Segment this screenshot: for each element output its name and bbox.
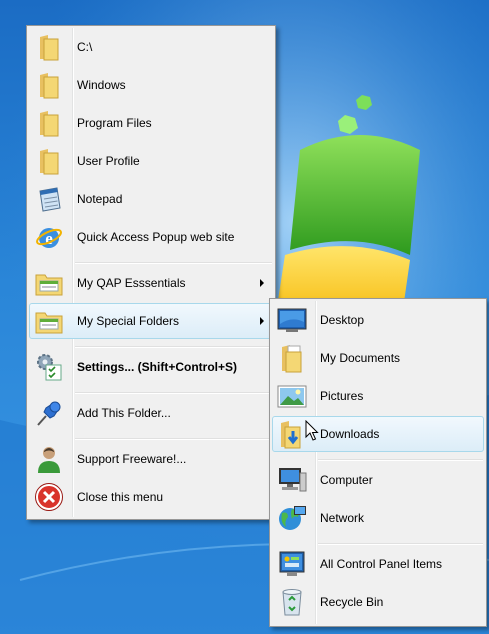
submenu-item-label: Computer (320, 473, 373, 487)
control-panel-icon (274, 547, 310, 581)
computer-icon (274, 463, 310, 497)
submenu-item-label: Recycle Bin (320, 595, 384, 609)
menu-item-qap-website[interactable]: e Quick Access Popup web site (29, 219, 273, 255)
submenu-arrow-icon (260, 279, 264, 287)
folder-icon (31, 68, 67, 102)
menu-item-support-freeware[interactable]: Support Freeware!... (29, 441, 273, 477)
menu-item-special-folders[interactable]: My Special Folders (29, 303, 273, 339)
submenu-item-label: Desktop (320, 313, 365, 327)
folder-icon (31, 30, 67, 64)
submenu-item-desktop[interactable]: Desktop (272, 302, 484, 338)
notepad-icon (31, 182, 67, 216)
menu-item-label: C:\ (77, 40, 93, 54)
menu-item-close-menu[interactable]: Close this menu (29, 479, 273, 515)
submenu-item-control-panel[interactable]: All Control Panel Items (272, 546, 484, 582)
menu-item-qap-essentials[interactable]: My QAP Esssentials (29, 265, 273, 301)
menu-item-label: Add This Folder... (77, 406, 171, 420)
menu-item-notepad[interactable]: Notepad (29, 181, 273, 217)
pictures-icon (274, 379, 310, 413)
menu-item-label: Support Freeware!... (77, 452, 187, 466)
menu-item-user-profile[interactable]: User Profile (29, 143, 273, 179)
documents-folder-icon (274, 341, 310, 375)
special-folders-submenu: Desktop My Documents Pictures Downloads … (269, 298, 487, 627)
network-icon (274, 501, 310, 535)
internet-explorer-icon: e (31, 220, 67, 254)
submenu-arrow-icon (260, 317, 264, 325)
menu-item-add-folder[interactable]: Add This Folder... (29, 395, 273, 431)
menu-item-label: Notepad (77, 192, 123, 206)
menu-item-settings[interactable]: Settings... (Shift+Control+S) (29, 349, 273, 385)
submenu-item-network[interactable]: Network (272, 500, 484, 536)
settings-icon (31, 350, 67, 384)
menu-item-label: Settings... (Shift+Control+S) (77, 360, 238, 374)
submenu-item-label: My Documents (320, 351, 401, 365)
menu-separator (318, 543, 483, 545)
menu-item-label: Close this menu (77, 490, 164, 504)
menu-separator (75, 392, 272, 394)
submenu-item-downloads[interactable]: Downloads (272, 416, 484, 452)
submenu-item-computer[interactable]: Computer (272, 462, 484, 498)
submenu-item-pictures[interactable]: Pictures (272, 378, 484, 414)
submenu-item-my-documents[interactable]: My Documents (272, 340, 484, 376)
submenu-item-label: All Control Panel Items (320, 557, 443, 571)
folder-icon (31, 106, 67, 140)
menu-item-windows[interactable]: Windows (29, 67, 273, 103)
folder-icon (31, 144, 67, 178)
main-popup-menu: C:\ Windows Program Files User Profile N… (26, 25, 276, 520)
menu-separator (318, 459, 483, 461)
menu-separator (75, 438, 272, 440)
folder-menu-icon (31, 266, 67, 300)
menu-item-label: My Special Folders (77, 314, 180, 328)
recycle-bin-icon (274, 585, 310, 619)
desktop-icon (274, 303, 310, 337)
submenu-item-label: Network (320, 511, 365, 525)
menu-separator (75, 262, 272, 264)
folder-menu-icon (31, 304, 67, 338)
close-icon (31, 480, 67, 514)
menu-item-c-drive[interactable]: C:\ (29, 29, 273, 65)
user-icon (31, 442, 67, 476)
menu-item-label: User Profile (77, 154, 140, 168)
submenu-item-recycle-bin[interactable]: Recycle Bin (272, 584, 484, 620)
pushpin-icon (31, 396, 67, 430)
menu-item-label: My QAP Esssentials (77, 276, 186, 290)
submenu-item-label: Pictures (320, 389, 364, 403)
menu-separator (75, 346, 272, 348)
menu-item-label: Program Files (77, 116, 152, 130)
menu-item-label: Quick Access Popup web site (77, 230, 235, 244)
mouse-cursor-icon (305, 420, 319, 441)
submenu-item-label: Downloads (320, 427, 380, 441)
menu-item-label: Windows (77, 78, 126, 92)
menu-item-program-files[interactable]: Program Files (29, 105, 273, 141)
